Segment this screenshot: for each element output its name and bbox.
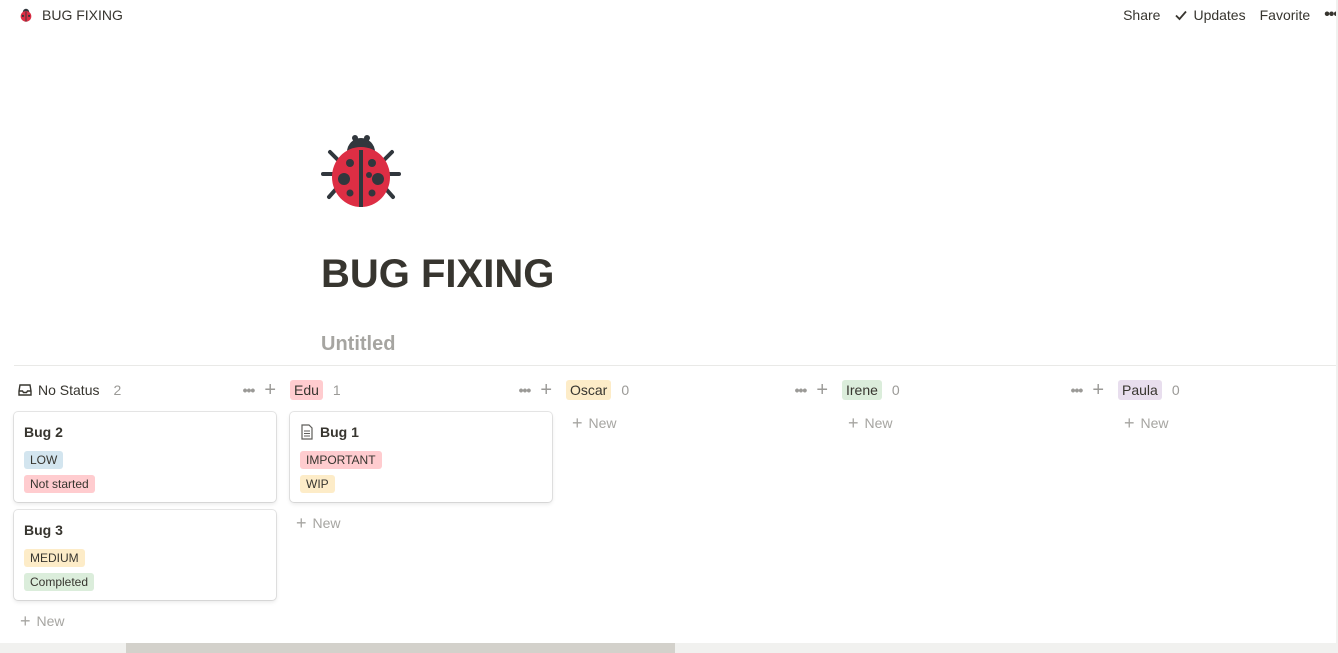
topbar-actions: Share Updates Favorite ••• — [1116, 6, 1338, 24]
column-count: 0 — [621, 382, 630, 398]
ladybug-icon — [20, 8, 32, 22]
column-header: Irene 0 ••• + — [842, 376, 1104, 404]
plus-icon: + — [572, 413, 583, 433]
new-card-button[interactable]: + New — [290, 514, 552, 532]
new-label: New — [36, 613, 65, 629]
inbox-icon — [18, 384, 32, 396]
plus-icon: + — [1124, 413, 1135, 433]
priority-tag: MEDIUM — [24, 549, 85, 567]
new-card-button[interactable]: + New — [842, 414, 1104, 432]
column-count: 1 — [332, 382, 341, 398]
column-tools: ••• + — [1071, 380, 1104, 400]
more-options-button[interactable]: ••• — [1317, 6, 1338, 24]
plus-icon: + — [296, 513, 307, 533]
board-card[interactable]: Bug 3 MEDIUM Completed — [14, 510, 276, 600]
new-label: New — [1140, 415, 1169, 431]
priority-tag: IMPORTANT — [300, 451, 382, 469]
column-edu: Edu 1 ••• + Bug 1 IMPORTANT WIP + New — [290, 376, 552, 532]
status-tag: WIP — [300, 475, 335, 493]
column-header: Oscar 0 ••• + — [566, 376, 828, 404]
new-label: New — [864, 415, 893, 431]
column-tools: ••• + — [795, 380, 828, 400]
column-header: No Status 2 ••• + — [14, 376, 276, 404]
column-tools: ••• + — [519, 380, 552, 400]
status-tag: Not started — [24, 475, 95, 493]
column-options-button[interactable]: ••• — [1071, 382, 1084, 398]
column-no-status: No Status 2 ••• + Bug 2 LOW Not started … — [14, 376, 276, 630]
board-card[interactable]: Bug 1 IMPORTANT WIP — [290, 412, 552, 502]
divider — [14, 365, 1338, 366]
updates-button[interactable]: Updates — [1167, 7, 1252, 23]
priority-tag: LOW — [24, 451, 64, 469]
column-count: 2 — [113, 382, 122, 398]
column-title[interactable]: No Status — [14, 380, 103, 400]
new-card-button[interactable]: + New — [566, 414, 828, 432]
column-title[interactable]: Paula — [1118, 380, 1162, 400]
horizontal-scrollbar-thumb[interactable] — [126, 643, 675, 653]
view-name[interactable]: Untitled — [321, 333, 395, 356]
breadcrumb-page[interactable]: BUG FIXING — [18, 7, 123, 23]
board: No Status 2 ••• + Bug 2 LOW Not started … — [14, 376, 1338, 641]
topbar: BUG FIXING Share Updates Favorite ••• — [0, 0, 1338, 30]
column-title[interactable]: Oscar — [566, 380, 612, 400]
plus-icon: + — [20, 611, 31, 631]
new-label: New — [588, 415, 617, 431]
card-title: Bug 1 — [300, 422, 542, 442]
column-title[interactable]: Edu — [290, 380, 323, 400]
card-title: Bug 3 — [24, 522, 63, 538]
new-label: New — [312, 515, 341, 531]
column-options-button[interactable]: ••• — [519, 382, 532, 398]
column-tools: ••• + — [243, 380, 276, 400]
updates-label: Updates — [1193, 7, 1246, 23]
plus-icon: + — [848, 413, 859, 433]
card-title: Bug 2 — [24, 424, 63, 440]
column-title[interactable]: Irene — [842, 380, 882, 400]
new-card-button[interactable]: + New — [14, 612, 276, 630]
status-tag: Completed — [24, 573, 95, 591]
ladybug-page-icon[interactable] — [320, 130, 402, 212]
column-options-button[interactable]: ••• — [243, 382, 256, 398]
column-title-label: No Status — [38, 382, 100, 398]
column-add-button[interactable]: + — [816, 380, 828, 400]
board-card[interactable]: Bug 2 LOW Not started — [14, 412, 276, 502]
column-add-button[interactable]: + — [264, 380, 276, 400]
breadcrumb-label: BUG FIXING — [42, 7, 123, 23]
column-options-button[interactable]: ••• — [795, 382, 808, 398]
new-card-button[interactable]: + New — [1118, 414, 1338, 432]
check-icon — [1175, 10, 1188, 21]
share-button[interactable]: Share — [1116, 7, 1167, 23]
column-irene: Irene 0 ••• + + New — [842, 376, 1104, 432]
favorite-button[interactable]: Favorite — [1253, 7, 1318, 23]
column-count: 0 — [1171, 382, 1180, 398]
column-add-button[interactable]: + — [1092, 380, 1104, 400]
column-add-button[interactable]: + — [540, 380, 552, 400]
column-oscar: Oscar 0 ••• + + New — [566, 376, 828, 432]
column-count: 0 — [891, 382, 900, 398]
column-header: Edu 1 ••• + — [290, 376, 552, 404]
page-title[interactable]: BUG FIXING — [321, 252, 554, 297]
card-title-label: Bug 1 — [320, 424, 359, 440]
page-icon — [301, 424, 313, 440]
column-header: Paula 0 • — [1118, 376, 1338, 404]
column-paula: Paula 0 • + New — [1118, 376, 1338, 432]
